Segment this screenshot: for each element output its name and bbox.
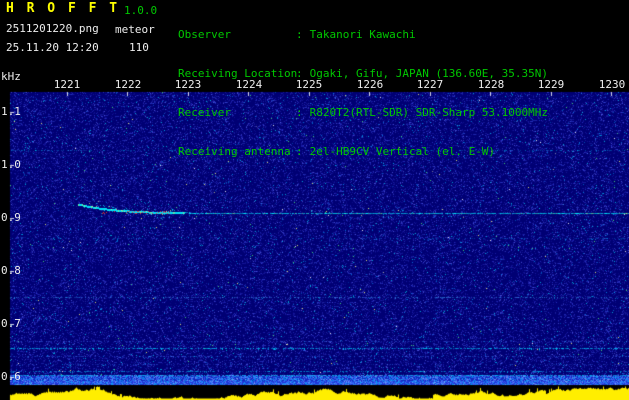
info-row-observer: Observer: Takanori Kawachi [178,28,548,41]
info-separator: : [296,106,303,119]
info-label: Receiving antenna [178,145,291,158]
time-tick-label: 1228 [477,78,505,91]
freq-tick-label: 0.6 [1,370,21,383]
station-info: Observer: Takanori Kawachi Receiving Loca… [178,2,548,184]
info-separator: : [296,28,303,41]
info-value: 2el-HB9CV Vertical (el. E-W) [309,145,496,158]
info-separator: : [296,145,303,158]
info-label: Receiver [178,106,231,119]
time-tick-label: 1222 [114,78,142,91]
time-tick-label: 1227 [416,78,444,91]
echo-count: 110 [129,41,149,54]
freq-tick-label: 1.1 [1,105,21,118]
freq-tick-label: 0.7 [1,317,21,330]
freq-tick-label: 0.8 [1,264,21,277]
time-tick-label: 1230 [598,78,626,91]
freq-tick-label: 0.9 [1,211,21,224]
info-value: R820T2(RTL-SDR) SDR-Sharp 53.1000MHz [309,106,549,119]
info-row-receiver: Receiver: R820T2(RTL-SDR) SDR-Sharp 53.10… [178,106,548,119]
time-tick-label: 1229 [537,78,565,91]
info-label: Observer [178,28,231,41]
time-tick-label: 1223 [174,78,202,91]
filename-label: 2511201220.png [6,22,99,35]
info-value: Takanori Kawachi [309,28,416,41]
freq-tick-label: 1.0 [1,158,21,171]
time-tick-label: 1225 [295,78,323,91]
hrofft-spectrogram-image: H R O F F T 1.0.0 2511201220.png meteor … [0,0,629,400]
time-tick-label: 1226 [356,78,384,91]
freq-unit-label: kHz [1,70,21,83]
capture-datetime: 25.11.20 12:20 [6,41,99,54]
app-title: H R O F F T [6,1,120,16]
time-tick-label: 1221 [53,78,81,91]
time-tick-label: 1224 [235,78,263,91]
app-version: 1.0.0 [124,4,158,17]
observation-mode-label: meteor [115,23,155,36]
info-row-antenna: Receiving antenna:2el-HB9CV Vertical (el… [178,145,548,158]
